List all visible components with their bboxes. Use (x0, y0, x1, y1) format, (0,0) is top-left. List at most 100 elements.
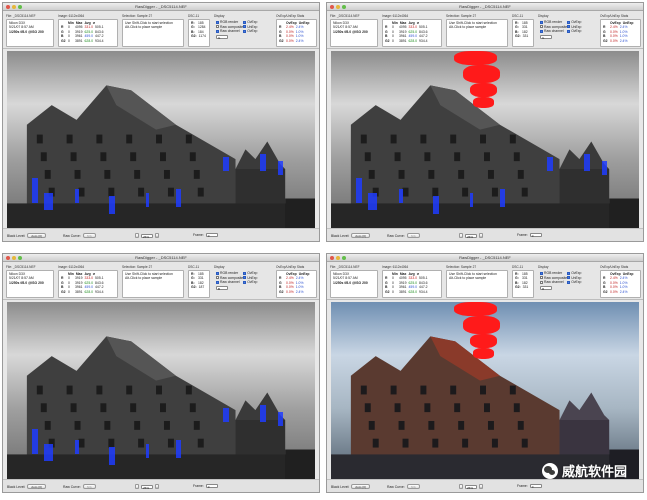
zoom-out-button[interactable]: − (135, 233, 139, 238)
clip-checkbox[interactable] (243, 280, 247, 284)
clip-checkbox[interactable] (243, 271, 247, 275)
display-checkbox[interactable] (540, 20, 543, 24)
zoom-in-button[interactable]: + (479, 484, 483, 489)
clip-checkbox[interactable] (567, 280, 571, 284)
black-level-button[interactable]: Auto (0) (27, 484, 46, 489)
raw-curve-button[interactable]: N/A (406, 233, 420, 238)
display-checkbox[interactable] (540, 29, 543, 33)
clip-checkbox[interactable] (243, 25, 247, 29)
frame-select[interactable]: 0 (529, 484, 542, 489)
frame-select[interactable]: 0 (529, 233, 542, 238)
title-bar[interactable]: RawDigger - _DSC5114.NEF (3, 3, 319, 11)
display-checkbox[interactable] (540, 271, 543, 275)
channel-select[interactable]: G (540, 34, 552, 40)
zoom-in-button[interactable]: + (155, 233, 159, 238)
raw-curve-button[interactable]: N/A (406, 484, 420, 489)
display-checkbox[interactable] (216, 271, 219, 275)
clip-checkbox[interactable] (567, 29, 571, 33)
channel-select[interactable]: G (216, 34, 228, 40)
channel-select[interactable]: B (216, 285, 228, 291)
clip-option[interactable]: OvExp (567, 280, 594, 285)
clip-option[interactable]: OvExp (243, 280, 270, 285)
image-stats-cell: 628.0 (84, 289, 94, 294)
image-viewport[interactable] (331, 51, 639, 228)
image-viewport[interactable] (7, 302, 315, 479)
underexposure-overlay (355, 178, 362, 204)
zoom-select[interactable]: 25% (141, 233, 153, 239)
display-box: RGB render OvExp Raw composite UnExp Raw cha… (538, 19, 596, 47)
clip-checkbox[interactable] (243, 29, 247, 33)
underexposure-overlay (222, 157, 229, 172)
zoom-control: −25% + (459, 233, 483, 239)
window-title: RawDigger - _DSC5114.NEF (135, 4, 187, 9)
channel-select-row: G (540, 34, 594, 40)
black-level-button[interactable]: Auto (0) (351, 484, 370, 489)
clip-checkbox[interactable] (567, 25, 571, 29)
zoom-out-button[interactable]: − (135, 484, 139, 489)
display-checkbox[interactable] (216, 29, 219, 33)
display-checkbox[interactable] (216, 276, 219, 280)
clip-checkbox[interactable] (567, 276, 571, 280)
zoom-select[interactable]: 25% (465, 233, 477, 239)
display-checkbox[interactable] (540, 25, 543, 29)
selection-panel: Selection: Sample 27 Use Shift-Click to s… (122, 265, 184, 298)
clip-checkbox[interactable] (567, 271, 571, 275)
display-checkbox[interactable] (216, 25, 219, 29)
clip-option[interactable]: OvExp (567, 29, 594, 34)
display-option[interactable]: Raw channel (216, 280, 243, 285)
sample-cell: G2: (515, 34, 521, 39)
image-stats-cell: 934.4 (419, 289, 428, 294)
selection-label: Selection: Sample 27 (122, 14, 153, 18)
file-label: File: _DSC5114.NEF (330, 14, 360, 18)
channel-select-row: R (540, 285, 594, 291)
exposure-stats-label: OvExp/UnExp Stats (600, 14, 629, 18)
zoom-select[interactable]: 25% (141, 484, 153, 490)
title-bar[interactable]: RawDigger - _DSC5114.NEF (327, 3, 643, 11)
zoom-select[interactable]: 25% (465, 484, 477, 490)
clip-option[interactable]: OvExp (243, 29, 270, 34)
display-checkbox[interactable] (540, 276, 543, 280)
image-viewport[interactable] (7, 51, 315, 228)
title-bar[interactable]: RawDigger - _DSC5114.NEF (327, 254, 643, 262)
raw-curve-button[interactable]: N/A (82, 484, 96, 489)
display-option[interactable]: Raw channel (540, 280, 567, 285)
underexposure-overlay (259, 404, 266, 423)
clip-checkbox[interactable] (567, 20, 571, 24)
image-stats-cell: 934.4 (419, 38, 428, 43)
image-viewport[interactable] (331, 302, 639, 479)
channel-select[interactable]: R (540, 285, 552, 291)
photo-preview[interactable] (7, 51, 315, 228)
frame-select[interactable]: 0 (205, 233, 218, 238)
image-stats-row: G2 0 3891 628.0 934.4 (385, 39, 439, 43)
frame-control: Frame: 0 (193, 484, 218, 489)
sample-row: G2: 1174 (191, 34, 207, 38)
photo-preview[interactable] (331, 302, 639, 479)
clip-checkbox[interactable] (243, 20, 247, 24)
zoom-out-button[interactable]: − (459, 233, 463, 238)
photo-preview[interactable] (331, 51, 639, 228)
info-bar: File: _DSC5114.NEF Nikon D3X 5/21/07 8:57 … (327, 262, 643, 300)
zoom-in-button[interactable]: + (155, 484, 159, 489)
zoom-out-button[interactable]: − (459, 484, 463, 489)
display-option[interactable]: Raw channel (540, 29, 567, 34)
image-label: Image: 6112x4064 (382, 14, 409, 18)
zoom-in-button[interactable]: + (479, 233, 483, 238)
selection-hint: Alt-Click to place sample (449, 25, 487, 30)
black-level-button[interactable]: Auto (0) (27, 233, 46, 238)
image-stats-panel: Image: 6112x4064 Min Max Avg σ R 0 4095 333.0 505… (382, 265, 442, 298)
watermark: 威航软件园 (541, 461, 627, 480)
underexposure-overlay (74, 189, 80, 204)
clip-checkbox[interactable] (243, 276, 247, 280)
photo-preview[interactable] (7, 302, 315, 479)
raw-curve-button[interactable]: N/A (82, 233, 96, 238)
title-bar[interactable]: RawDigger - _DSC5114.NEF (3, 254, 319, 262)
display-option[interactable]: Raw channel (216, 29, 243, 34)
display-checkbox[interactable] (216, 20, 219, 24)
black-level-button[interactable]: Auto (0) (351, 233, 370, 238)
selection-box: Use Shift-Click to start selection Alt-Cl… (446, 270, 508, 298)
display-checkbox[interactable] (216, 280, 219, 284)
exposure-stats-cell: 2.4% (295, 289, 304, 294)
image-stats-cell: 0 (68, 38, 70, 43)
frame-select[interactable]: 0 (205, 484, 218, 489)
display-checkbox[interactable] (540, 280, 543, 284)
